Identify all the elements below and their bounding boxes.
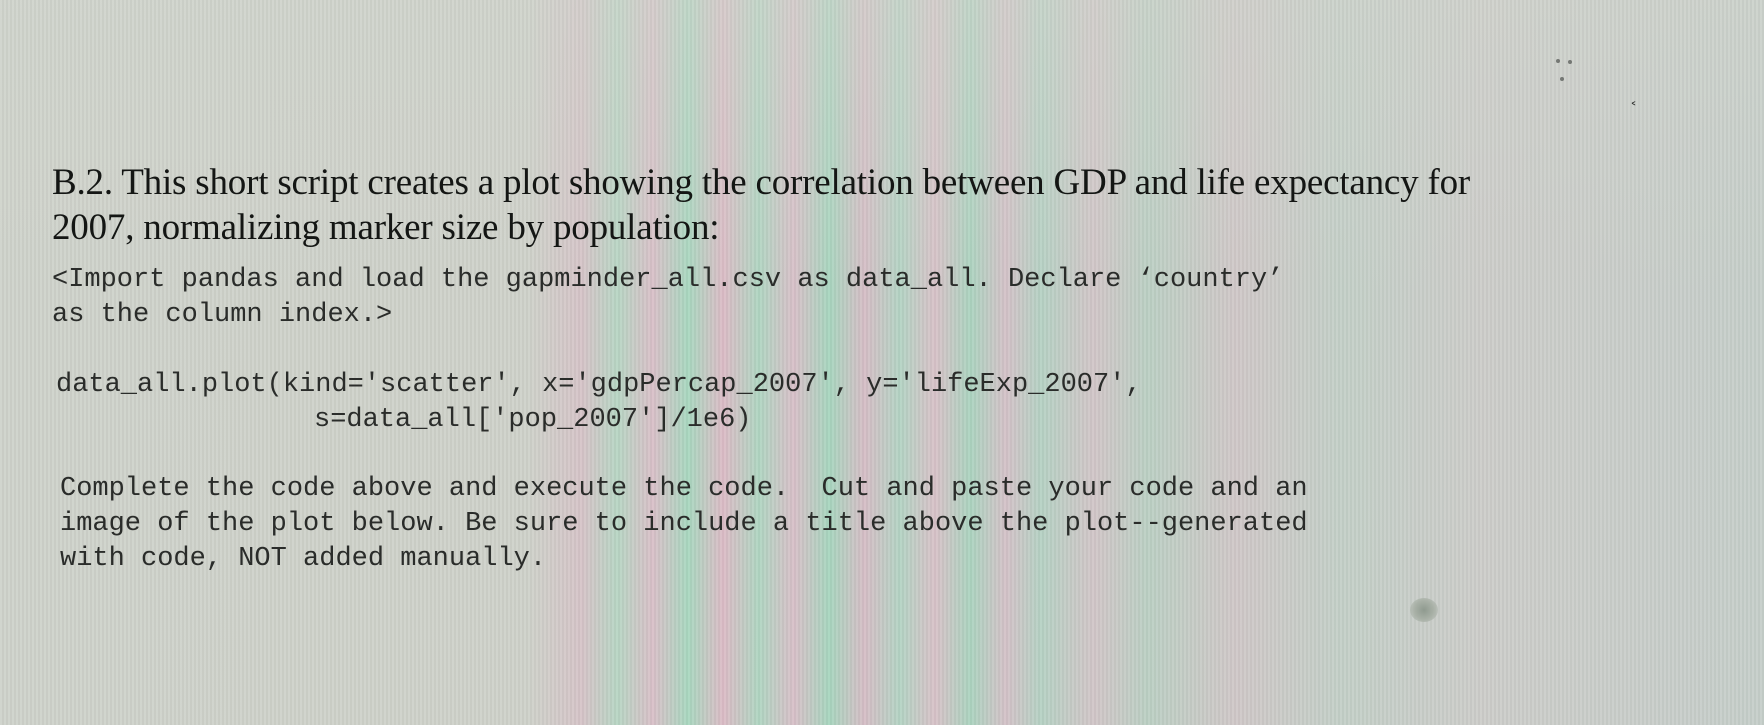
import-instruction-block: <Import pandas and load the gapminder_al…	[52, 263, 1283, 333]
screen-dust-speck	[1560, 77, 1564, 81]
code-line-2: s=data_all['pop_2007']/1e6)	[314, 405, 752, 435]
task-instruction-line-1: Complete the code above and execute the …	[60, 474, 1308, 504]
mouse-cursor-icon: ˂	[1630, 101, 1637, 117]
document-body: B.2. This short script creates a plot sh…	[52, 160, 1732, 574]
screen-smudge	[1410, 598, 1438, 622]
task-instruction-line-3: with code, NOT added manually.	[60, 544, 547, 574]
import-instruction-line-2: as the column index.>	[52, 300, 393, 330]
question-heading-line-1: B.2. This short script creates a plot sh…	[52, 162, 1471, 203]
task-instruction-line-2: image of the plot below. Be sure to incl…	[60, 509, 1308, 539]
import-instruction-line-1: <Import pandas and load the gapminder_al…	[52, 265, 1284, 295]
screen-dust-speck	[1568, 60, 1572, 64]
code-line-1: data_all.plot(kind='scatter', x='gdpPerc…	[56, 370, 1142, 400]
code-block: data_all.plot(kind='scatter', x='gdpPerc…	[56, 368, 1142, 438]
task-instruction-block: Complete the code above and execute the …	[60, 472, 1308, 577]
screen-moire-overlay	[0, 0, 1764, 725]
question-heading-line-2: 2007, normalizing marker size by populat…	[52, 207, 720, 248]
screen-dust-speck	[1556, 59, 1560, 63]
